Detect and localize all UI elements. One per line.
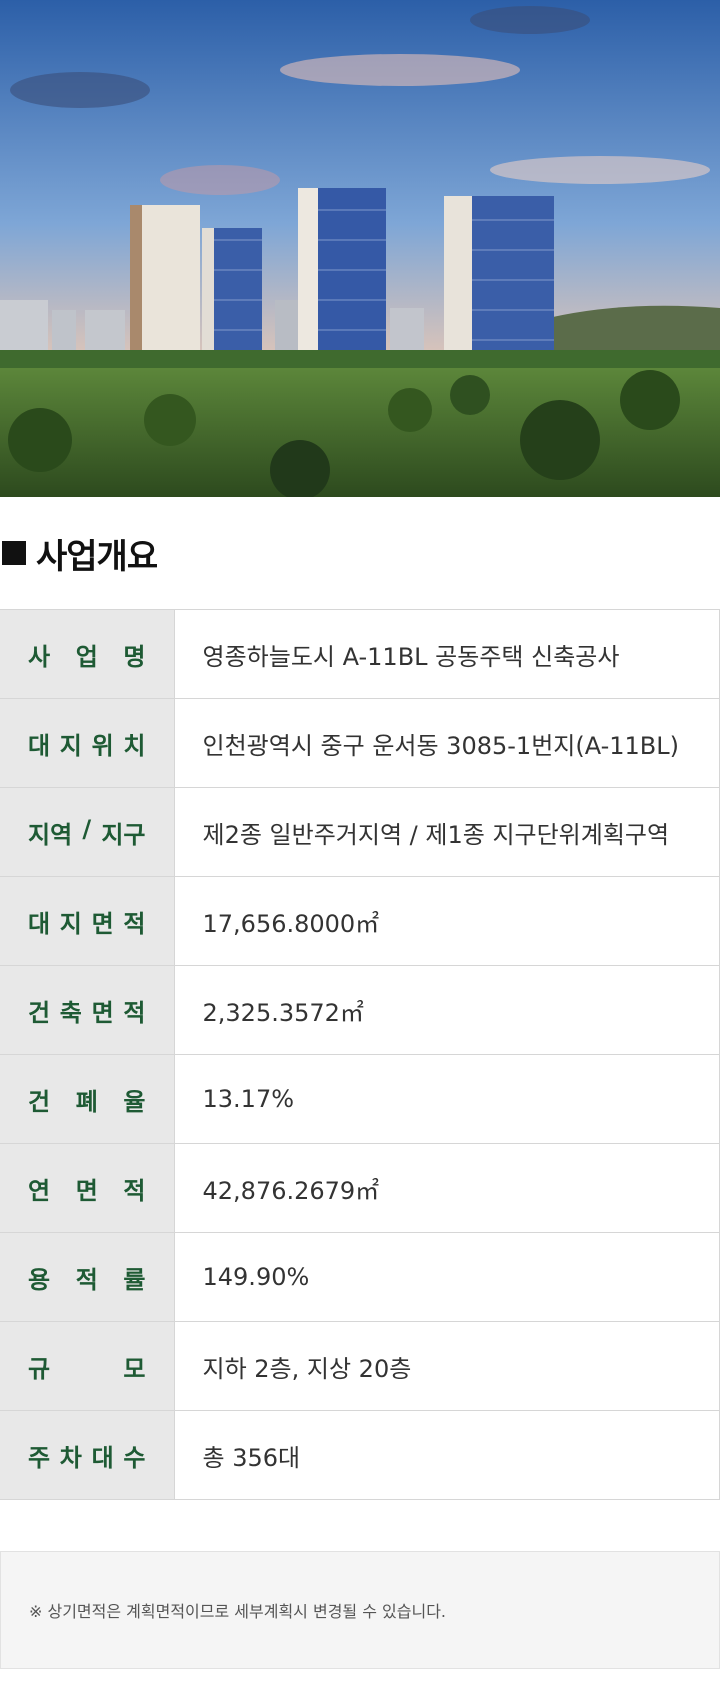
row-label-char: 지 [59,909,82,938]
row-label-char: / [82,814,92,843]
row-label-char: 건 [28,998,51,1027]
row-label-char: 적 [123,998,146,1027]
row-label-char: 지역 [28,820,73,849]
table-row: 용 적 률 149.90% [0,1232,720,1322]
row-label-char: 면 [91,998,114,1027]
row-value: 제2종 일반주거지역 / 제1종 지구단위계획구역 [174,787,720,877]
row-label: 대지위치 [0,698,175,788]
table-row: 지역 / 지구 제2종 일반주거지역 / 제1종 지구단위계획구역 [0,787,720,877]
row-label-char: 지 [59,731,82,760]
hero-image [0,0,720,497]
row-label-char: 건 [28,1087,51,1116]
row-label-char: 위 [91,731,114,760]
row-value: 2,325.3572㎡ [174,965,720,1055]
row-label-char: 사 [28,642,51,671]
table-row: 건 폐 율 13.17% [0,1054,720,1144]
row-label-char: 수 [123,1443,146,1472]
row-label-char: 면 [91,909,114,938]
row-label: 건축면적 [0,965,175,1055]
row-label-char: 대 [28,731,51,760]
row-value: 17,656.8000㎡ [174,876,720,966]
row-label-char: 주 [28,1443,51,1472]
row-label-char: 폐 [75,1087,98,1116]
row-label-char: 지구 [101,820,146,849]
row-label: 대지면적 [0,876,175,966]
row-value: 총 356대 [174,1410,720,1500]
row-label-char: 연 [28,1176,51,1205]
row-label-char: 용 [28,1265,51,1294]
row-value: 지하 2층, 지상 20층 [174,1321,720,1411]
table-row: 주차대수총 356대 [0,1410,720,1500]
row-label-char: 적 [75,1265,98,1294]
section-heading: 사업개요 [0,497,720,609]
row-label: 사업명 [0,609,175,699]
footnote: ※ 상기면적은 계획면적이므로 세부계획시 변경될 수 있습니다. [0,1551,720,1669]
row-value: 149.90% [174,1232,720,1322]
row-label: 지역 / 지구 [0,787,175,877]
row-label-char: 면 [75,1176,98,1205]
row-label: 연면적 [0,1143,175,1233]
table-row: 규 모 지하 2층, 지상 20층 [0,1321,720,1411]
row-label: 규모 [0,1321,175,1411]
table-row: 건 축 면 적 2,325.3572㎡ [0,965,720,1055]
row-label-char: 대 [28,909,51,938]
row-value: 42,876.2679㎡ [174,1143,720,1233]
project-overview-table: 사 업 명 영종하늘도시 A-11BL 공동주택 신축공사 대 지 위 치 인천광역시 중구 운… [0,609,720,1500]
row-label-char: 적 [123,1176,146,1205]
row-label-char: 율 [123,1087,146,1116]
row-label: 용적률 [0,1232,175,1322]
row-label-char: 대 [91,1443,114,1472]
square-bullet-icon [2,541,26,565]
row-label-char: 축 [59,998,82,1027]
row-value: 영종하늘도시 A-11BL 공동주택 신축공사 [174,609,720,699]
table-row: 대 지 위 치 인천광역시 중구 운서동 3085-1번지(A-11BL) [0,698,720,788]
table-row: 사 업 명 영종하늘도시 A-11BL 공동주택 신축공사 [0,609,720,699]
row-label: 건폐율 [0,1054,175,1144]
row-label-char: 적 [123,909,146,938]
row-value: 13.17% [174,1054,720,1144]
row-value: 인천광역시 중구 운서동 3085-1번지(A-11BL) [174,698,720,788]
row-label-char: 업 [75,642,98,671]
table-row: 연 면 적 42,876.2679㎡ [0,1143,720,1233]
row-label-char: 규 [28,1354,51,1383]
section-title: 사업개요 [36,536,158,577]
row-label-char: 명 [123,642,146,671]
row-label: 주차대수 [0,1410,175,1500]
row-label-char: 모 [123,1354,146,1383]
row-label-char: 차 [59,1443,82,1472]
row-label-char: 치 [123,731,146,760]
table-row: 대 지 면 적 17,656.8000㎡ [0,876,720,966]
row-label-char: 률 [123,1265,146,1294]
